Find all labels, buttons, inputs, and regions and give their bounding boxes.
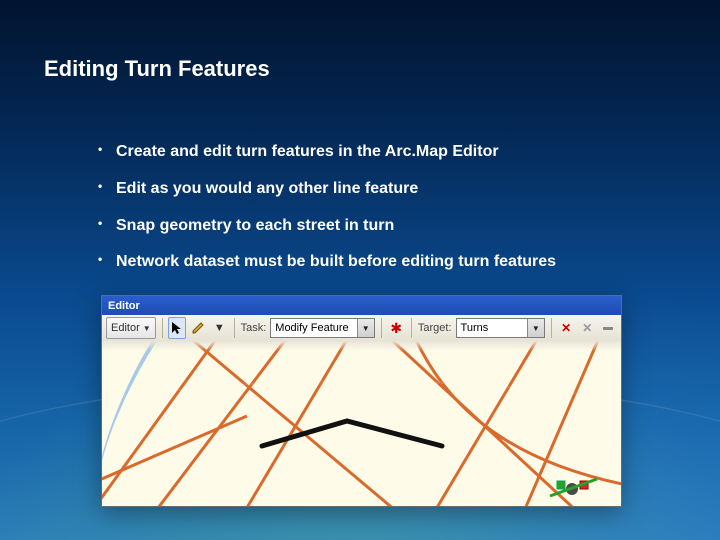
editor-menu-label: Editor: [111, 322, 140, 334]
cursor-icon: [170, 321, 184, 335]
separator: [551, 318, 552, 338]
task-combo[interactable]: Modify Feature ▼: [270, 318, 374, 338]
presentation-slide: Editing Turn Features Create and edit tu…: [0, 0, 720, 540]
map-canvas: [102, 341, 621, 506]
list-item: Create and edit turn features in the Arc…: [102, 142, 660, 163]
bullet-list: Create and edit turn features in the Arc…: [102, 142, 660, 289]
cut-tool-button[interactable]: ✱: [387, 317, 405, 339]
arcmap-screenshot: Editor Editor ▼ ▼ Task: Modify Feature ▼: [101, 295, 622, 507]
edit-tool-button[interactable]: [168, 317, 185, 339]
delete-sketch-disabled: ✕: [579, 317, 596, 339]
task-value: Modify Feature: [275, 322, 348, 334]
pencil-icon: [191, 321, 205, 335]
delete-sketch-button[interactable]: ✕: [558, 317, 575, 339]
list-item: Snap geometry to each street in turn: [102, 216, 660, 237]
more-tool-button[interactable]: [600, 317, 617, 339]
chevron-down-icon: ▼: [357, 319, 374, 337]
list-item: Network dataset must be built before edi…: [102, 252, 660, 273]
window-title-text: Editor: [108, 300, 140, 312]
map-svg: [102, 341, 621, 506]
window-titlebar: Editor: [102, 296, 621, 315]
asterisk-icon: ✱: [390, 321, 402, 335]
task-label: Task:: [241, 322, 267, 334]
target-label: Target:: [418, 322, 452, 334]
target-value: Turns: [461, 322, 489, 334]
fade-overlay: [102, 341, 621, 351]
target-combo[interactable]: Turns ▼: [456, 318, 545, 338]
sketch-tool-button[interactable]: [190, 317, 207, 339]
sketch-tool-dropdown[interactable]: ▼: [211, 317, 228, 339]
x-icon: ✕: [561, 321, 571, 335]
separator: [162, 318, 163, 338]
chevron-down-icon: ▼: [527, 319, 544, 337]
editor-menu-button[interactable]: Editor ▼: [106, 317, 156, 339]
separator: [381, 318, 382, 338]
separator: [234, 318, 235, 338]
chevron-down-icon: ▼: [143, 324, 151, 333]
editor-toolbar: Editor ▼ ▼ Task: Modify Feature ▼ ✱: [102, 315, 621, 342]
slide-title: Editing Turn Features: [44, 56, 270, 82]
chevron-down-icon: ▼: [214, 322, 225, 334]
list-item: Edit as you would any other line feature: [102, 179, 660, 200]
x-icon: ✕: [582, 321, 592, 335]
tool-icon: [601, 321, 615, 335]
separator: [411, 318, 412, 338]
